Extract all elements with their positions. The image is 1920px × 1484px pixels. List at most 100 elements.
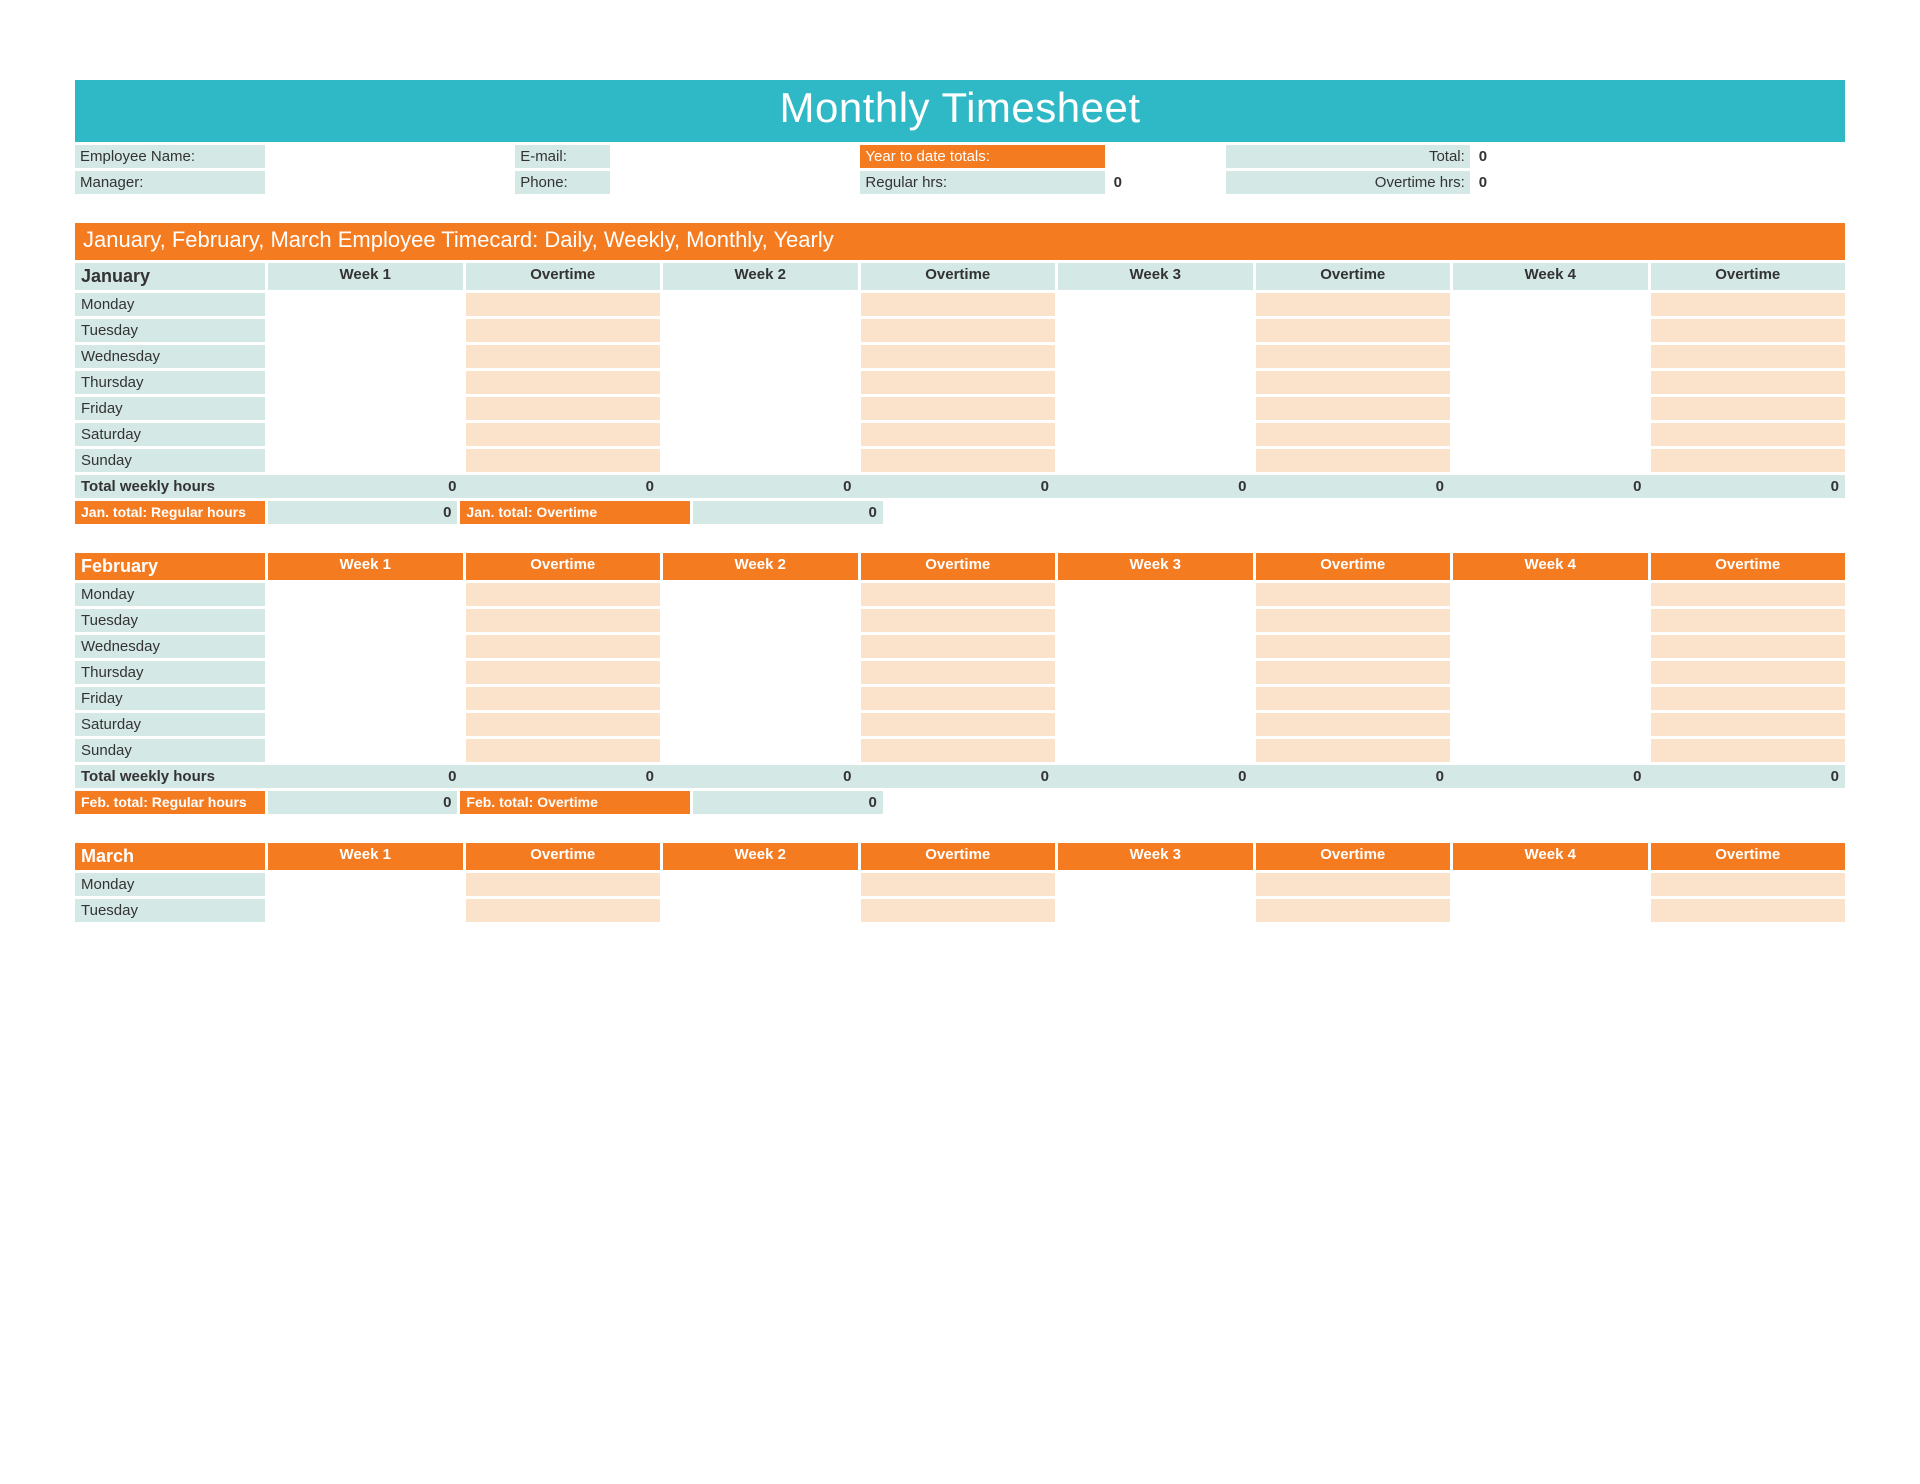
- hours-cell[interactable]: [663, 899, 858, 922]
- hours-cell[interactable]: [663, 423, 858, 446]
- hours-cell[interactable]: [268, 635, 463, 658]
- hours-cell[interactable]: [663, 319, 858, 342]
- hours-cell[interactable]: [1453, 739, 1648, 762]
- hours-cell[interactable]: [268, 661, 463, 684]
- hours-cell[interactable]: [1058, 713, 1253, 736]
- hours-cell[interactable]: [466, 449, 661, 472]
- hours-cell[interactable]: [466, 661, 661, 684]
- phone-field[interactable]: [613, 171, 857, 194]
- hours-cell[interactable]: [1651, 397, 1846, 420]
- hours-cell[interactable]: [1453, 397, 1648, 420]
- hours-cell[interactable]: [1651, 873, 1846, 896]
- hours-cell[interactable]: [1058, 609, 1253, 632]
- hours-cell[interactable]: [1256, 371, 1451, 394]
- hours-cell[interactable]: [268, 319, 463, 342]
- hours-cell[interactable]: [1453, 583, 1648, 606]
- hours-cell[interactable]: [1453, 423, 1648, 446]
- hours-cell[interactable]: [466, 899, 661, 922]
- hours-cell[interactable]: [1256, 423, 1451, 446]
- hours-cell[interactable]: [1256, 661, 1451, 684]
- hours-cell[interactable]: [1256, 609, 1451, 632]
- hours-cell[interactable]: [1651, 423, 1846, 446]
- hours-cell[interactable]: [1256, 583, 1451, 606]
- hours-cell[interactable]: [663, 371, 858, 394]
- hours-cell[interactable]: [466, 609, 661, 632]
- hours-cell[interactable]: [268, 873, 463, 896]
- hours-cell[interactable]: [268, 345, 463, 368]
- hours-cell[interactable]: [1256, 739, 1451, 762]
- hours-cell[interactable]: [1453, 609, 1648, 632]
- hours-cell[interactable]: [861, 661, 1056, 684]
- hours-cell[interactable]: [663, 873, 858, 896]
- hours-cell[interactable]: [1058, 583, 1253, 606]
- hours-cell[interactable]: [1651, 739, 1846, 762]
- hours-cell[interactable]: [1453, 319, 1648, 342]
- hours-cell[interactable]: [1058, 293, 1253, 316]
- hours-cell[interactable]: [1651, 635, 1846, 658]
- hours-cell[interactable]: [861, 397, 1056, 420]
- hours-cell[interactable]: [1058, 449, 1253, 472]
- hours-cell[interactable]: [861, 739, 1056, 762]
- hours-cell[interactable]: [466, 423, 661, 446]
- hours-cell[interactable]: [268, 609, 463, 632]
- hours-cell[interactable]: [1256, 873, 1451, 896]
- employee-name-field[interactable]: [268, 145, 512, 168]
- hours-cell[interactable]: [1453, 345, 1648, 368]
- hours-cell[interactable]: [1651, 661, 1846, 684]
- hours-cell[interactable]: [861, 423, 1056, 446]
- hours-cell[interactable]: [663, 609, 858, 632]
- hours-cell[interactable]: [1453, 899, 1648, 922]
- hours-cell[interactable]: [268, 397, 463, 420]
- hours-cell[interactable]: [1651, 583, 1846, 606]
- hours-cell[interactable]: [1256, 899, 1451, 922]
- hours-cell[interactable]: [861, 687, 1056, 710]
- hours-cell[interactable]: [861, 345, 1056, 368]
- hours-cell[interactable]: [1058, 319, 1253, 342]
- hours-cell[interactable]: [1453, 293, 1648, 316]
- email-field[interactable]: [613, 145, 857, 168]
- hours-cell[interactable]: [663, 661, 858, 684]
- hours-cell[interactable]: [466, 583, 661, 606]
- hours-cell[interactable]: [861, 583, 1056, 606]
- hours-cell[interactable]: [466, 345, 661, 368]
- hours-cell[interactable]: [1256, 713, 1451, 736]
- hours-cell[interactable]: [466, 713, 661, 736]
- hours-cell[interactable]: [1058, 661, 1253, 684]
- hours-cell[interactable]: [466, 319, 661, 342]
- hours-cell[interactable]: [466, 635, 661, 658]
- hours-cell[interactable]: [1058, 739, 1253, 762]
- hours-cell[interactable]: [1058, 423, 1253, 446]
- hours-cell[interactable]: [663, 293, 858, 316]
- hours-cell[interactable]: [1058, 397, 1253, 420]
- hours-cell[interactable]: [663, 713, 858, 736]
- hours-cell[interactable]: [268, 371, 463, 394]
- hours-cell[interactable]: [268, 423, 463, 446]
- hours-cell[interactable]: [466, 371, 661, 394]
- hours-cell[interactable]: [1453, 713, 1648, 736]
- hours-cell[interactable]: [1256, 687, 1451, 710]
- hours-cell[interactable]: [663, 449, 858, 472]
- hours-cell[interactable]: [1651, 293, 1846, 316]
- hours-cell[interactable]: [1453, 449, 1648, 472]
- hours-cell[interactable]: [861, 609, 1056, 632]
- hours-cell[interactable]: [1651, 899, 1846, 922]
- hours-cell[interactable]: [1453, 873, 1648, 896]
- hours-cell[interactable]: [1651, 687, 1846, 710]
- hours-cell[interactable]: [1256, 635, 1451, 658]
- hours-cell[interactable]: [1651, 345, 1846, 368]
- hours-cell[interactable]: [1453, 635, 1648, 658]
- hours-cell[interactable]: [861, 371, 1056, 394]
- hours-cell[interactable]: [1651, 371, 1846, 394]
- hours-cell[interactable]: [1256, 345, 1451, 368]
- hours-cell[interactable]: [268, 739, 463, 762]
- hours-cell[interactable]: [268, 293, 463, 316]
- hours-cell[interactable]: [861, 293, 1056, 316]
- hours-cell[interactable]: [1651, 609, 1846, 632]
- hours-cell[interactable]: [268, 583, 463, 606]
- hours-cell[interactable]: [466, 397, 661, 420]
- hours-cell[interactable]: [1453, 661, 1648, 684]
- hours-cell[interactable]: [861, 319, 1056, 342]
- hours-cell[interactable]: [1058, 635, 1253, 658]
- manager-field[interactable]: [268, 171, 512, 194]
- hours-cell[interactable]: [1453, 687, 1648, 710]
